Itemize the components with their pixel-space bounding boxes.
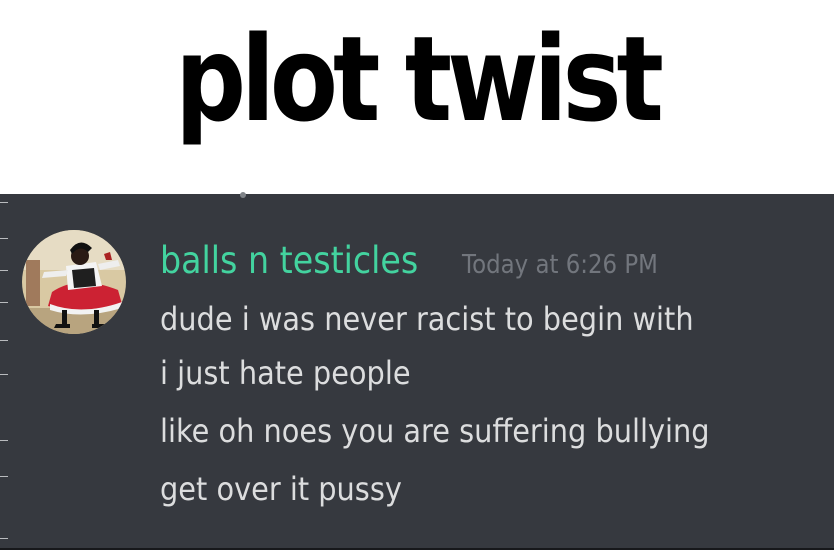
chat-panel: balls n testicles Today at 6:26 PM dude …: [0, 192, 834, 550]
previous-message-remnant: [160, 182, 280, 198]
caption-title: plot twist: [175, 10, 664, 148]
message-line: dude i was never racist to begin with: [160, 300, 694, 338]
message-timestamp: Today at 6:26 PM: [462, 250, 658, 280]
message-line: like oh noes you are suffering bullying: [160, 412, 710, 450]
message-line: get over it pussy: [160, 470, 402, 508]
meme-screenshot: plot twist balls n testicles Today at 6:…: [0, 0, 834, 550]
scroll-marker: [0, 340, 8, 341]
scroll-marker: [0, 440, 8, 441]
caption-band: plot twist: [0, 0, 834, 194]
message-author-username[interactable]: balls n testicles: [160, 238, 418, 284]
scroll-marker: [0, 270, 8, 271]
scroll-marker: [0, 538, 8, 539]
scroll-marker: [0, 238, 8, 239]
scroll-marker: [0, 476, 8, 477]
avatar-dancer-icon[interactable]: [22, 230, 126, 334]
scroll-marker: [0, 302, 8, 303]
scroll-marker: [0, 202, 8, 203]
message-line: i just hate people: [160, 354, 411, 392]
scroll-marker: [0, 374, 8, 375]
